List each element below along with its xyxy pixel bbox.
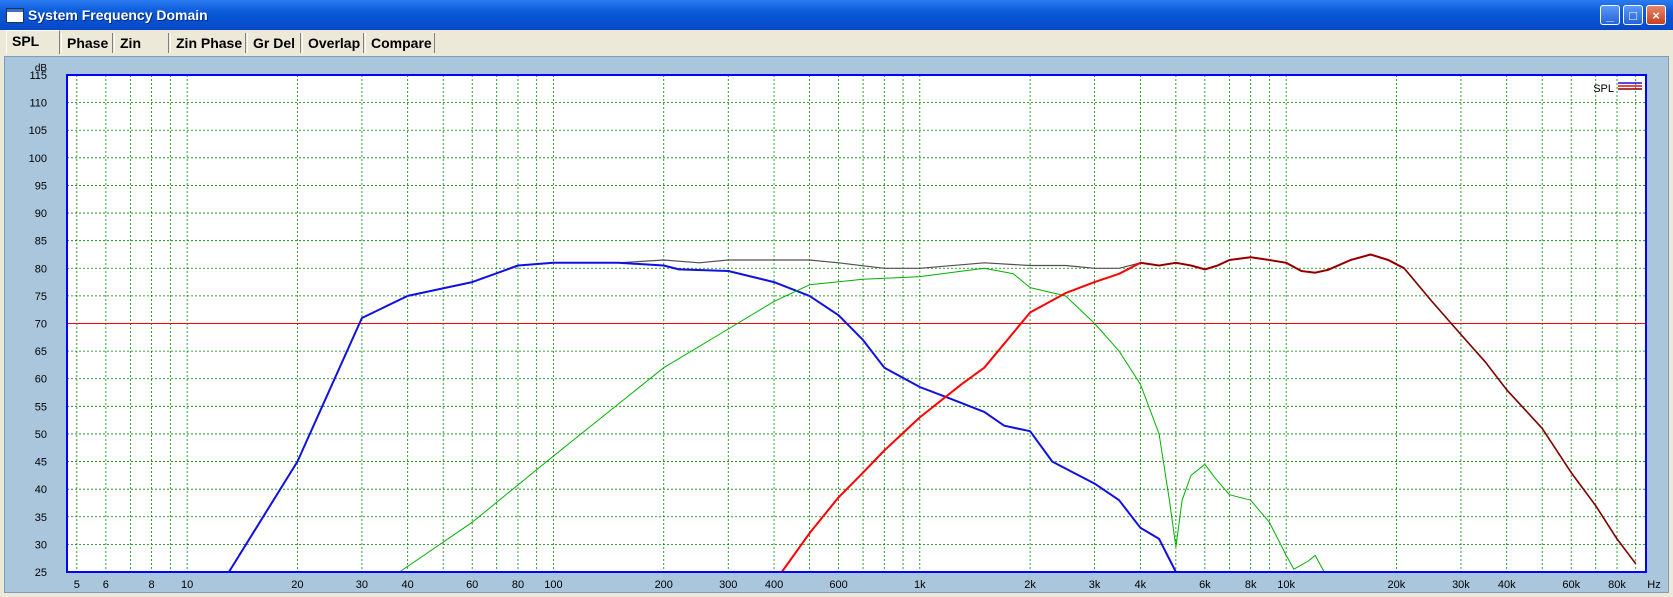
window-icon[interactable] [6, 8, 24, 23]
x-tick-label: 300 [719, 579, 737, 591]
maximize-button[interactable]: □ [1623, 5, 1643, 25]
x-tick-label: 8 [149, 579, 155, 591]
x-tick-label: 200 [655, 579, 673, 591]
close-button[interactable]: × [1646, 5, 1666, 25]
x-tick-label: 5 [74, 579, 80, 591]
y-tick-label: 80 [35, 263, 47, 275]
x-tick-label: 30k [1452, 579, 1470, 591]
tab-overlap[interactable]: Overlap [302, 33, 364, 53]
y-tick-label: 40 [35, 484, 47, 496]
y-tick-label: 100 [29, 153, 47, 165]
y-tick-label: 90 [35, 208, 47, 220]
y-tick-label: 75 [35, 291, 47, 303]
x-tick-label: 20k [1388, 579, 1406, 591]
x-tick-label: 2k [1024, 579, 1036, 591]
x-tick-label: 20 [291, 579, 303, 591]
y-tick-label: 110 [29, 98, 47, 110]
spl-chart: 2530354045505560657075808590951001051101… [29, 63, 1661, 591]
x-tick-label: 400 [765, 579, 783, 591]
x-tick-label: 40 [402, 579, 414, 591]
x-tick-label: 10 [181, 579, 193, 591]
x-tick-label: 600 [829, 579, 847, 591]
y-tick-label: 50 [35, 429, 47, 441]
y-axis-label: dB [35, 63, 48, 74]
x-tick-label: 30 [356, 579, 368, 591]
x-tick-label: 10k [1277, 579, 1295, 591]
title-bar: System Frequency Domain _ □ × [0, 0, 1673, 30]
x-tick-label: 4k [1135, 579, 1147, 591]
x-tick-label: 60 [466, 579, 478, 591]
tab-spl[interactable]: SPL [6, 30, 60, 54]
x-tick-label: 40k [1498, 579, 1516, 591]
x-tick-label: 100 [544, 579, 562, 591]
y-tick-label: 95 [35, 180, 47, 192]
tab-compare[interactable]: Compare [365, 33, 435, 53]
window-title: System Frequency Domain [28, 7, 208, 23]
y-tick-label: 45 [35, 457, 47, 469]
x-tick-label: 1k [914, 579, 926, 591]
minimize-button[interactable]: _ [1600, 5, 1620, 25]
y-tick-label: 70 [35, 319, 47, 331]
tab-zin[interactable]: Zin [114, 33, 169, 53]
y-tick-label: 25 [35, 567, 47, 579]
x-tick-label: 60k [1562, 579, 1580, 591]
tab-gr-del[interactable]: Gr Del [247, 33, 301, 53]
y-tick-label: 85 [35, 236, 47, 248]
legend-label: SPL [1593, 83, 1614, 95]
plot-area: 25 30 35 40 45 50 55 60 65 70 75 80 85 90 95 100 105 110 1… [4, 56, 1669, 593]
x-tick-label: 3k [1089, 579, 1101, 591]
tab-zin-phase[interactable]: Zin Phase [170, 33, 246, 53]
tab-phase[interactable]: Phase [61, 33, 113, 53]
x-tick-label: 6k [1199, 579, 1211, 591]
y-tick-label: 55 [35, 401, 47, 413]
x-tick-label: 8k [1245, 579, 1257, 591]
y-tick-label: 65 [35, 346, 47, 358]
y-tick-label: 30 [35, 539, 47, 551]
y-tick-label: 35 [35, 512, 47, 524]
y-tick-label: 105 [29, 125, 47, 137]
tab-bar: SPL Phase Zin Zin Phase Gr Del Overlap C… [0, 30, 1673, 54]
y-tick-label: 60 [35, 374, 47, 386]
x-axis-label: Hz [1647, 579, 1660, 591]
x-tick-label: 6 [103, 579, 109, 591]
x-tick-label: 80k [1608, 579, 1626, 591]
x-tick-label: 80 [512, 579, 524, 591]
